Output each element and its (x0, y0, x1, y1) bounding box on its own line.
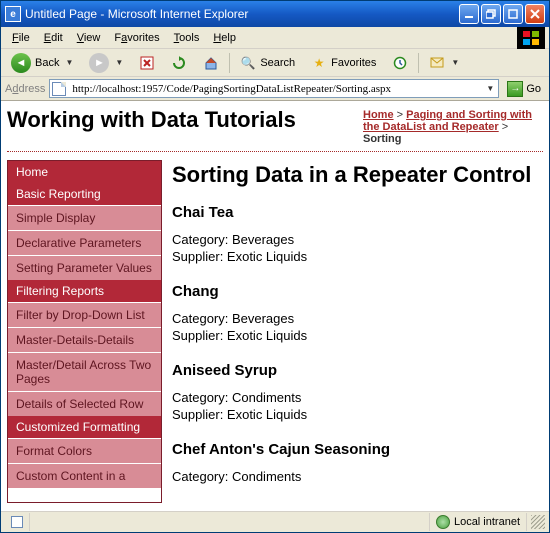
page-icon (11, 516, 23, 528)
throbber-logo (517, 27, 545, 49)
history-icon (392, 55, 408, 71)
refresh-icon (171, 55, 187, 71)
mail-button[interactable]: ▼ (423, 52, 465, 74)
status-bar: Local intranet (1, 511, 549, 532)
chevron-down-icon: ▼ (451, 58, 459, 67)
go-button[interactable]: → Go (503, 80, 545, 98)
zone-label: Local intranet (454, 516, 520, 528)
main-content: Sorting Data in a Repeater Control Chai … (172, 160, 543, 503)
home-button[interactable] (197, 52, 225, 74)
sidebar-nav: HomeBasic ReportingSimple DisplayDeclara… (7, 160, 162, 503)
chevron-down-icon: ▼ (65, 58, 73, 67)
product-name: Chef Anton's Cajun Seasoning (172, 441, 543, 458)
divider (7, 151, 543, 152)
sidebar-header[interactable]: Basic Reporting (8, 183, 161, 205)
menu-help[interactable]: Help (206, 30, 243, 46)
product-category: Category: Beverages (172, 231, 543, 248)
go-arrow-icon: → (507, 81, 523, 97)
page-icon (52, 82, 66, 96)
search-button[interactable]: 🔍Search (234, 52, 301, 74)
close-button[interactable] (525, 4, 545, 24)
back-arrow-icon: ◄ (11, 53, 31, 73)
mail-icon (429, 55, 445, 71)
product-category: Category: Condiments (172, 389, 543, 406)
site-heading: Working with Data Tutorials (7, 107, 355, 133)
app-icon: e (5, 6, 21, 22)
forward-arrow-icon: ► (89, 53, 109, 73)
product-supplier: Supplier: Exotic Liquids (172, 248, 543, 265)
back-label: Back (35, 57, 59, 69)
minimize-button[interactable] (459, 4, 479, 24)
page-viewport[interactable]: Working with Data Tutorials Home > Pagin… (1, 101, 549, 511)
history-button[interactable] (386, 52, 414, 74)
home-icon (203, 55, 219, 71)
sidebar-item[interactable]: Details of Selected Row (8, 391, 161, 416)
sidebar-item[interactable]: Simple Display (8, 205, 161, 230)
go-label: Go (526, 83, 541, 95)
sidebar-item[interactable]: Master-Details-Details (8, 327, 161, 352)
product-supplier: Supplier: Exotic Liquids (172, 406, 543, 423)
stop-icon (139, 55, 155, 71)
restore-button[interactable] (481, 4, 501, 24)
product-category: Category: Beverages (172, 310, 543, 327)
status-pane-ready (5, 513, 30, 531)
address-label: Address (5, 83, 45, 95)
page-header: Working with Data Tutorials Home > Pagin… (7, 107, 543, 145)
menu-favorites[interactable]: Favorites (107, 30, 166, 46)
sidebar-item[interactable]: Filter by Drop-Down List (8, 302, 161, 327)
star-icon: ★ (311, 55, 327, 71)
menu-tools[interactable]: Tools (167, 30, 207, 46)
address-input[interactable] (70, 82, 480, 96)
sidebar-header[interactable]: Customized Formatting (8, 416, 161, 438)
resize-grip[interactable] (531, 515, 545, 529)
maximize-button[interactable] (503, 4, 523, 24)
address-dropdown-icon[interactable]: ▼ (484, 84, 496, 93)
toolbar-separator (229, 53, 230, 73)
favorites-button[interactable]: ★Favorites (305, 52, 382, 74)
navigation-toolbar: ◄ Back ▼ ► ▼ 🔍Search ★Favorites ▼ (1, 49, 549, 77)
product-item: Chef Anton's Cajun Seasoning Category: Co… (172, 441, 543, 485)
menu-edit[interactable]: Edit (37, 30, 70, 46)
sidebar-item[interactable]: Format Colors (8, 438, 161, 463)
chevron-down-icon: ▼ (115, 58, 123, 67)
refresh-button[interactable] (165, 52, 193, 74)
status-pane-empty (30, 513, 430, 531)
status-zone: Local intranet (430, 513, 527, 531)
address-input-wrap[interactable]: ▼ (49, 79, 499, 98)
product-category: Category: Condiments (172, 468, 543, 485)
sidebar-item[interactable]: Custom Content in a (8, 463, 161, 488)
sidebar-item[interactable]: Declarative Parameters (8, 230, 161, 255)
product-name: Chai Tea (172, 204, 543, 221)
menu-view[interactable]: View (70, 30, 108, 46)
sidebar-header[interactable]: Filtering Reports (8, 280, 161, 302)
product-name: Aniseed Syrup (172, 362, 543, 379)
address-bar: Address ▼ → Go (1, 77, 549, 101)
stop-button[interactable] (133, 52, 161, 74)
breadcrumb-current: Sorting (363, 133, 402, 145)
window-title: Untitled Page - Microsoft Internet Explo… (25, 7, 457, 21)
product-supplier: Supplier: Exotic Liquids (172, 327, 543, 344)
back-button[interactable]: ◄ Back ▼ (5, 50, 79, 76)
menu-file[interactable]: File (5, 30, 37, 46)
product-name: Chang (172, 283, 543, 300)
product-item: Aniseed Syrup Category: CondimentsSupplie… (172, 362, 543, 423)
sidebar-item[interactable]: Setting Parameter Values (8, 255, 161, 280)
toolbar-separator (418, 53, 419, 73)
zone-icon (436, 515, 450, 529)
forward-button[interactable]: ► ▼ (83, 50, 129, 76)
breadcrumb: Home > Paging and Sorting with the DataL… (363, 107, 543, 145)
window-titlebar: e Untitled Page - Microsoft Internet Exp… (1, 1, 549, 27)
product-item: Chai Tea Category: BeveragesSupplier: Exo… (172, 204, 543, 265)
menu-bar: File Edit View Favorites Tools Help (1, 27, 549, 49)
product-item: Chang Category: BeveragesSupplier: Exotic… (172, 283, 543, 344)
sidebar-item[interactable]: Master/Detail Across Two Pages (8, 352, 161, 391)
sidebar-header[interactable]: Home (8, 161, 161, 183)
search-icon: 🔍 (240, 55, 256, 71)
content-title: Sorting Data in a Repeater Control (172, 162, 543, 188)
breadcrumb-home[interactable]: Home (363, 109, 394, 121)
